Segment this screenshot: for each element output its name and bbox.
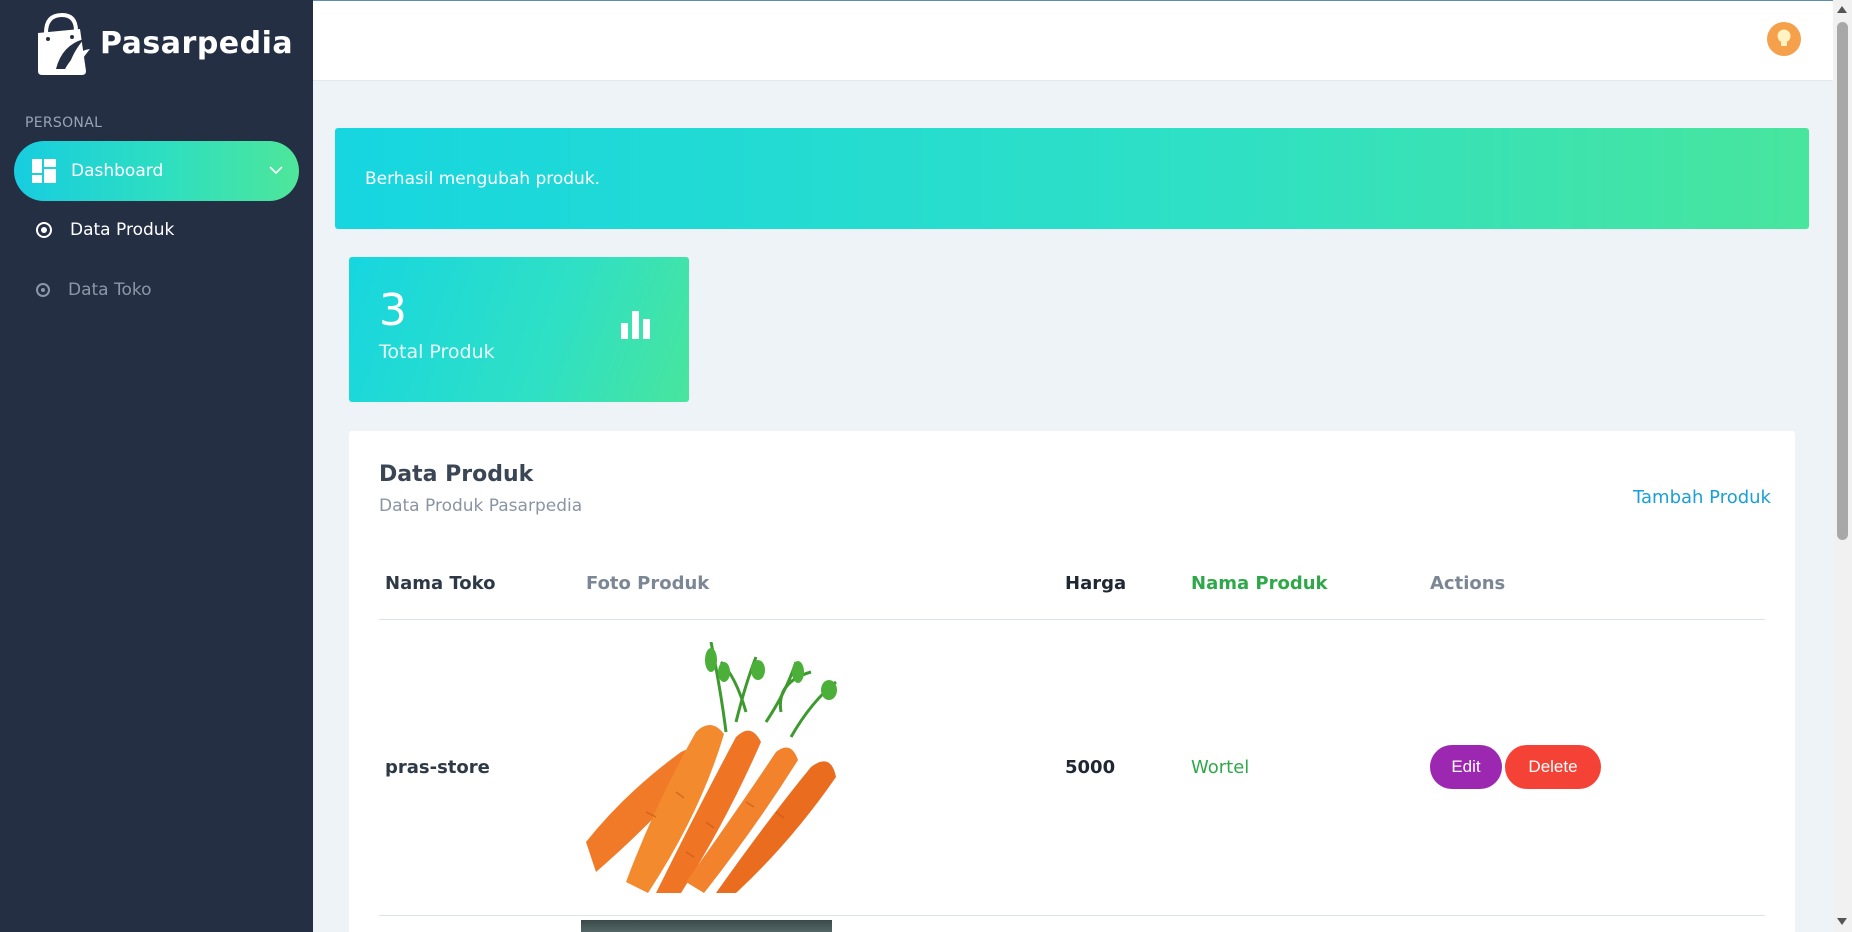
column-header-harga: Harga: [1059, 549, 1185, 620]
stat-value: 3: [379, 285, 407, 336]
column-header-nama-produk: Nama Produk: [1185, 549, 1424, 620]
top-bar: [313, 0, 1833, 81]
radio-dot-icon: [36, 222, 52, 238]
carrot-product-image: [586, 641, 837, 893]
sidebar: Pasarpedia PERSONAL Dashboard Data Produ…: [0, 0, 313, 932]
success-alert: Berhasil mengubah produk.: [335, 128, 1809, 229]
edit-button[interactable]: Edit: [1430, 745, 1502, 789]
sidebar-item-label: Data Toko: [68, 280, 152, 300]
delete-button[interactable]: Delete: [1505, 745, 1601, 789]
sidebar-item-data-toko[interactable]: Data Toko: [36, 280, 152, 300]
user-avatar[interactable]: [1767, 22, 1801, 56]
next-product-image: [581, 920, 832, 932]
sidebar-item-data-produk[interactable]: Data Produk: [36, 220, 174, 240]
section-label-personal: PERSONAL: [25, 115, 103, 131]
shopping-bag-logo-icon: [38, 12, 90, 75]
column-header-actions: Actions: [1424, 549, 1765, 620]
scroll-up-arrow-icon[interactable]: [1837, 6, 1847, 13]
dashboard-grid-icon: [32, 159, 56, 183]
alert-message: Berhasil mengubah produk.: [365, 168, 601, 189]
chevron-down-icon: [269, 166, 283, 175]
cell-foto-produk: [580, 619, 1059, 916]
stat-card-total-produk: 3 Total Produk: [349, 257, 689, 402]
table-header-row: Nama Toko Foto Produk Harga Nama Produk …: [379, 549, 1765, 620]
bar-chart-icon: [621, 311, 650, 339]
radio-dot-icon: [36, 283, 50, 297]
column-header-foto-produk: Foto Produk: [580, 549, 1059, 620]
data-produk-card: Data Produk Data Produk Pasarpedia Tamba…: [349, 431, 1795, 932]
brand-name: Pasarpedia: [100, 25, 294, 61]
sidebar-item-dashboard[interactable]: Dashboard: [14, 141, 299, 201]
sidebar-item-label: Data Produk: [70, 220, 175, 240]
scroll-thumb[interactable]: [1837, 22, 1848, 540]
sidebar-item-label: Dashboard: [71, 161, 164, 181]
cell-harga: 5000: [1059, 619, 1185, 916]
tambah-produk-link[interactable]: Tambah Produk: [1633, 487, 1771, 508]
lightbulb-icon: [1777, 29, 1791, 46]
brand[interactable]: Pasarpedia: [28, 8, 293, 78]
cell-actions: Edit Delete: [1424, 619, 1765, 916]
column-header-nama-toko: Nama Toko: [379, 549, 580, 620]
stat-caption: Total Produk: [379, 341, 495, 363]
produk-table: Nama Toko Foto Produk Harga Nama Produk …: [379, 549, 1765, 916]
card-subtitle: Data Produk Pasarpedia: [379, 496, 583, 516]
scroll-down-arrow-icon[interactable]: [1837, 918, 1847, 925]
cell-nama-toko: pras-store: [379, 619, 580, 916]
cell-nama-produk: Wortel: [1185, 619, 1424, 916]
page-scrollbar[interactable]: [1833, 0, 1852, 932]
table-row: pras-store 5000 Wortel Edit Delete: [379, 619, 1765, 916]
card-title: Data Produk: [379, 462, 534, 487]
